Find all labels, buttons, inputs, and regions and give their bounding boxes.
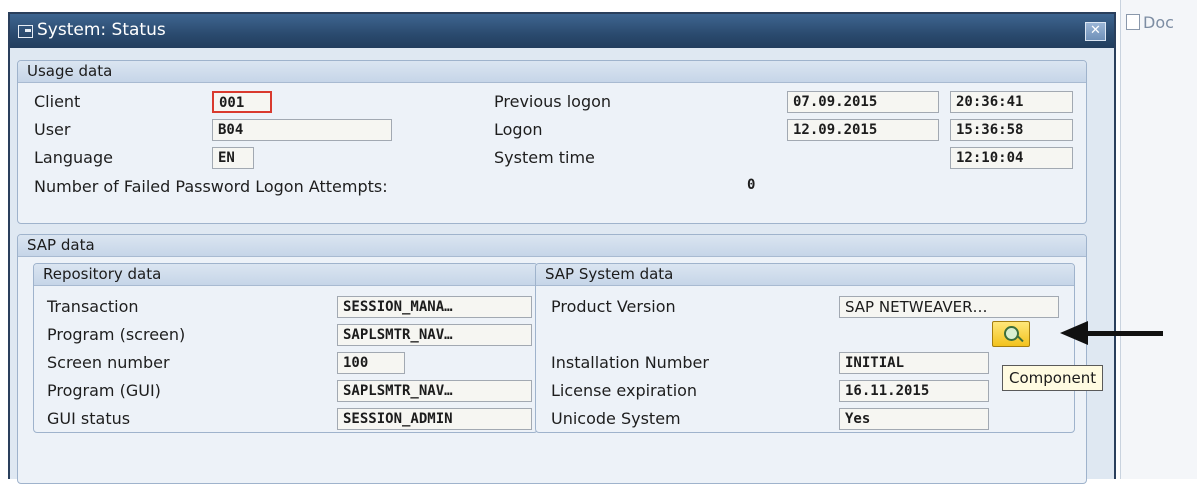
license-expiration-label: License expiration <box>551 381 698 400</box>
screen-number-field[interactable]: 100 <box>337 352 405 374</box>
annotation-arrow-icon <box>1060 321 1088 345</box>
usage-data-header: Usage data <box>18 61 1086 83</box>
installation-number-label: Installation Number <box>551 353 709 372</box>
repository-data-title: Repository data <box>43 265 162 283</box>
window-icon <box>18 25 33 38</box>
system-time-field[interactable]: 12:10:04 <box>950 147 1073 169</box>
unicode-system-label: Unicode System <box>551 409 681 428</box>
unicode-system-field[interactable]: Yes <box>839 408 989 430</box>
previous-logon-label: Previous logon <box>494 92 612 111</box>
document-icon <box>1126 14 1140 30</box>
sap-system-data-title: SAP System data <box>545 265 674 283</box>
sap-system-data-group: SAP System data Product Version SAP NETW… <box>535 263 1075 433</box>
previous-logon-time-field[interactable]: 20:36:41 <box>950 91 1073 113</box>
magnifier-handle <box>1017 335 1024 343</box>
gui-status-label: GUI status <box>47 409 131 428</box>
transaction-field[interactable]: SESSION_MANA… <box>337 296 532 318</box>
component-tooltip: Component <box>1002 365 1104 391</box>
product-version-label: Product Version <box>551 297 676 316</box>
installation-number-field[interactable]: INITIAL <box>839 352 989 374</box>
usage-data-title: Usage data <box>27 62 113 80</box>
sap-system-data-header: SAP System data <box>536 264 1074 286</box>
failed-logon-value: 0 <box>747 177 756 193</box>
user-field[interactable]: B04 <box>212 119 392 141</box>
program-gui-label: Program (GUI) <box>47 381 161 400</box>
previous-logon-date-field[interactable]: 07.09.2015 <box>787 91 939 113</box>
failed-logon-label: Number of Failed Password Logon Attempts… <box>34 177 388 196</box>
system-status-dialog: System: Status ✕ Usage data Client 001 U… <box>8 12 1116 484</box>
transaction-label: Transaction <box>47 297 139 316</box>
user-label: User <box>34 120 71 139</box>
program-screen-label: Program (screen) <box>47 325 186 344</box>
client-field[interactable]: 001 <box>212 91 272 113</box>
sap-data-title: SAP data <box>27 236 95 254</box>
background-doc-label: Doc <box>1143 13 1174 32</box>
license-expiration-field[interactable]: 16.11.2015 <box>839 380 989 402</box>
logon-time-field[interactable]: 15:36:58 <box>950 119 1073 141</box>
program-gui-field[interactable]: SAPLSMTR_NAV… <box>337 380 532 402</box>
sap-data-group: SAP data Repository data Transaction SES… <box>17 234 1087 484</box>
close-button[interactable]: ✕ <box>1085 22 1106 41</box>
repository-data-group: Repository data Transaction SESSION_MANA… <box>33 263 538 433</box>
background-window <box>1120 0 1197 479</box>
repository-data-header: Repository data <box>34 264 537 286</box>
usage-data-group: Usage data Client 001 User B04 Language … <box>17 60 1087 224</box>
product-version-field[interactable]: SAP NETWEAVER… <box>839 296 1059 318</box>
language-label: Language <box>34 148 113 167</box>
logon-date-field[interactable]: 12.09.2015 <box>787 119 939 141</box>
sap-data-header: SAP data <box>18 235 1086 257</box>
annotation-arrow-shaft <box>1085 331 1163 336</box>
client-label: Client <box>34 92 81 111</box>
dialog-title: System: Status <box>37 20 166 40</box>
component-button[interactable] <box>992 321 1030 347</box>
program-screen-field[interactable]: SAPLSMTR_NAV… <box>337 324 532 346</box>
dialog-titlebar[interactable]: System: Status ✕ <box>10 14 1114 48</box>
magnifier-icon <box>1004 326 1019 341</box>
screen-number-label: Screen number <box>47 353 170 372</box>
gui-status-field[interactable]: SESSION_ADMIN <box>337 408 532 430</box>
language-field[interactable]: EN <box>212 147 254 169</box>
logon-label: Logon <box>494 120 543 139</box>
system-time-label: System time <box>494 148 595 167</box>
